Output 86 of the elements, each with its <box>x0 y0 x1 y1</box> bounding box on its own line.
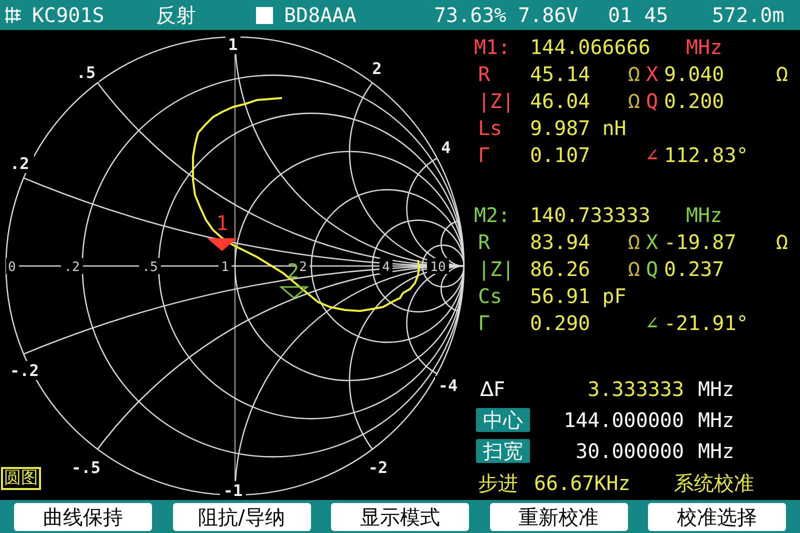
marker-label: 2 <box>286 259 300 283</box>
callsign: BD8AAA <box>284 5 358 25</box>
axis-label: -2 <box>368 458 388 477</box>
chart-mode-label: 圆图 <box>1 467 41 490</box>
unit-label: MHz <box>698 410 734 430</box>
softkey-button[interactable]: 重新校准 <box>490 502 628 530</box>
marker-frequency: 140.733333 <box>530 204 652 225</box>
parameter-value: 83.94 <box>530 232 592 252</box>
axis-label: 10 <box>430 260 446 275</box>
axis-label: 2 <box>372 59 382 78</box>
unit-label: MHz <box>698 378 734 399</box>
unit-label: Ω <box>776 64 788 84</box>
mode-label: 反射 <box>156 5 197 25</box>
axis-label: 0 <box>8 260 16 275</box>
calibration-status: 系统校准 <box>674 473 754 494</box>
softkey-button[interactable]: 曲线保持 <box>14 502 152 530</box>
parameter-name: Cs <box>477 286 504 306</box>
axis-label: -.5 <box>72 458 100 477</box>
length-reading: 572.0m <box>712 5 784 25</box>
unit-label: Ω <box>628 256 640 281</box>
parameter-name: Γ <box>477 144 492 164</box>
parameter-name: |Z| <box>477 258 516 279</box>
axis-label: -4 <box>438 376 458 395</box>
device-name: KC901S <box>32 5 106 25</box>
step-label: 步进 <box>478 473 519 494</box>
axis-label: 4 <box>382 260 390 275</box>
parameter-name: ∠ <box>646 142 658 166</box>
battery-level: 73.63% <box>434 5 508 25</box>
unit-label: MHz <box>686 204 722 225</box>
axis-label: 2 <box>299 260 307 275</box>
sweep-label: ΔF <box>480 378 506 399</box>
axis-label: .5 <box>142 260 158 275</box>
sweep-label[interactable]: 扫宽 <box>476 439 530 464</box>
parameter-name: Q <box>646 256 658 281</box>
voltage: 7.86V <box>518 5 580 25</box>
parameter-value: 56.91 pF <box>530 286 628 306</box>
softkey-button[interactable]: 校准选择 <box>648 502 786 530</box>
unit-label: MHz <box>698 441 734 462</box>
unit-label: Ω <box>628 88 640 112</box>
grid-logo-icon <box>3 5 23 25</box>
marker-name: M1: <box>474 36 512 56</box>
sweep-value: 3.333333 <box>586 378 685 399</box>
axis-label: .2 <box>64 260 80 275</box>
parameter-name: Ls <box>477 118 504 138</box>
parameter-name: R <box>477 232 492 252</box>
softkey-button[interactable]: 显示模式 <box>331 502 469 530</box>
parameter-value: 112.83° <box>664 142 748 166</box>
parameter-value: 9.987 nH <box>530 118 628 138</box>
unit-label: MHz <box>686 36 722 56</box>
parameter-value: -21.91° <box>664 310 748 335</box>
marker-name: M2: <box>474 204 512 225</box>
sweep-value: 30.000000 <box>574 441 685 462</box>
parameter-name: Γ <box>477 312 492 333</box>
step-value: 66.67KHz <box>534 473 632 494</box>
parameter-value: 0.200 <box>664 88 724 112</box>
axis-label: -.2 <box>10 361 39 380</box>
axis-label: 1 <box>228 35 238 54</box>
parameter-name: X <box>646 62 658 86</box>
axis-label: -1 <box>223 481 243 500</box>
marker-label: 1 <box>216 211 228 235</box>
axis-label: 4 <box>441 138 451 157</box>
unit-label: Ω <box>628 230 640 254</box>
parameter-value: -19.87 <box>664 230 736 254</box>
time: 01 45 <box>608 5 670 25</box>
parameter-value: 45.14 <box>530 64 592 84</box>
parameter-value: 86.26 <box>530 258 592 279</box>
parameter-name: ∠ <box>646 310 658 335</box>
parameter-value: 0.237 <box>664 256 724 281</box>
parameter-name: X <box>646 230 658 254</box>
parameter-name: R <box>477 64 492 84</box>
parameter-value: 0.107 <box>530 144 592 164</box>
parameter-name: |Z| <box>477 90 516 110</box>
softkey-button[interactable]: 阻抗/导纳 <box>172 502 310 530</box>
parameter-name: Q <box>646 88 658 112</box>
unit-label: Ω <box>776 232 788 252</box>
parameter-value: 46.04 <box>530 90 592 110</box>
sweep-value: 144.000000 <box>562 410 685 430</box>
axis-label: 1 <box>221 260 229 275</box>
parameter-value: 0.290 <box>530 312 592 333</box>
axis-label: .2 <box>10 154 30 173</box>
marker-frequency: 144.066666 <box>530 36 652 56</box>
parameter-value: 9.040 <box>664 62 724 86</box>
sweep-label[interactable]: 中心 <box>476 408 530 432</box>
axis-label: .5 <box>76 63 96 82</box>
unit-label: Ω <box>628 62 640 86</box>
square-icon <box>256 6 273 24</box>
